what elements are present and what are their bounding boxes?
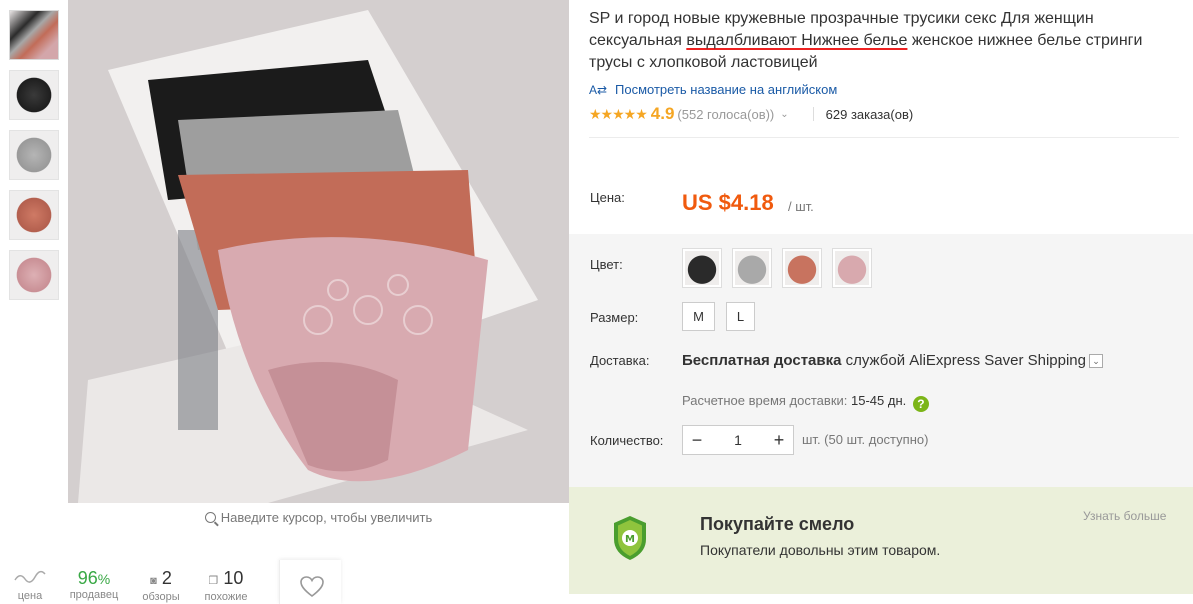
stat-seller-unit: % xyxy=(97,571,111,587)
chevron-down-icon[interactable]: ⌄ xyxy=(1089,354,1103,368)
magnifier-icon xyxy=(204,512,216,523)
chevron-down-icon[interactable]: ⌄ xyxy=(780,109,788,120)
shield-icon: M xyxy=(614,516,646,560)
stat-similar[interactable]: ❐ 10 похожие xyxy=(196,568,256,603)
rating-value: 4.9 xyxy=(650,104,675,123)
thumbnail-2[interactable] xyxy=(9,70,59,120)
stat-price-label: цена xyxy=(17,590,43,602)
divider xyxy=(589,137,1179,138)
separator xyxy=(812,107,814,121)
trend-icon xyxy=(8,568,52,590)
heart-icon xyxy=(300,576,324,598)
price-value: US $4.18 xyxy=(682,190,774,215)
stat-seller-label: продавец xyxy=(69,589,119,601)
size-option-l[interactable]: L xyxy=(726,302,755,331)
color-option-black[interactable] xyxy=(682,248,722,288)
product-title: SP и город новые кружевные прозрачные тр… xyxy=(589,8,1169,74)
stat-similar-value: 10 xyxy=(223,568,244,588)
buyer-protection-subtitle: Покупатели довольны этим товаром. xyxy=(700,542,941,558)
copy-icon: ❐ xyxy=(208,575,219,587)
stat-similar-label: похожие xyxy=(204,591,248,603)
help-icon[interactable]: ? xyxy=(912,396,929,412)
orders-count: 629 заказа(ов) xyxy=(825,106,914,122)
zoom-hint: Наведите курсор, чтобы увеличить xyxy=(68,510,569,525)
stat-reviews-value: 2 xyxy=(161,568,172,588)
price-label: Цена: xyxy=(590,190,625,205)
quantity-value[interactable]: 1 xyxy=(711,432,765,448)
shipping-free: Бесплатная доставка xyxy=(682,352,842,369)
shipping-service: службой AliExpress Saver Shipping xyxy=(841,352,1086,369)
size-label: Размер: xyxy=(590,310,639,325)
buyer-protection-title: Покупайте смело xyxy=(700,514,855,534)
color-label: Цвет: xyxy=(590,257,623,272)
quantity-decrease-button[interactable]: − xyxy=(683,430,711,451)
thumbnail-5[interactable] xyxy=(9,250,59,300)
delivery-estimate: Расчетное время доставки: 15-45 дн. ? xyxy=(682,393,929,412)
product-main-image[interactable] xyxy=(68,0,569,503)
availability-text: шт. (50 шт. доступно) xyxy=(802,432,929,447)
shipping-label: Доставка: xyxy=(590,353,650,368)
shipping-method[interactable]: Бесплатная доставка службой AliExpress S… xyxy=(682,352,1103,369)
camera-icon: ◙ xyxy=(150,575,157,587)
wishlist-button[interactable] xyxy=(279,560,341,604)
rating-votes[interactable]: (552 голоса(ов)) xyxy=(677,107,774,122)
translate-icon: A⇄ xyxy=(589,83,608,97)
color-option-brick[interactable] xyxy=(782,248,822,288)
stat-price[interactable]: цена xyxy=(8,568,52,602)
thumbnail-1[interactable] xyxy=(9,10,59,60)
stat-reviews[interactable]: ◙ 2 обзоры xyxy=(136,568,186,603)
rating-row: ★★★★★ 4.9 (552 голоса(ов)) ⌄ 629 заказа(… xyxy=(589,104,913,124)
quantity-label: Количество: xyxy=(590,433,664,448)
eta-label: Расчетное время доставки: xyxy=(682,393,848,408)
learn-more-link[interactable]: Узнать больше xyxy=(1083,509,1166,523)
star-rating-icon: ★★★★★ xyxy=(589,105,648,122)
size-option-m[interactable]: M xyxy=(682,302,715,331)
stats-bar: цена 96% продавец ◙ 2 обзоры ❐ 10 похожи… xyxy=(0,560,270,604)
zoom-hint-text: Наведите курсор, чтобы увеличить xyxy=(220,510,433,525)
buyer-protection-banner xyxy=(569,487,1193,594)
thumbnail-3[interactable] xyxy=(9,130,59,180)
color-option-pink[interactable] xyxy=(832,248,872,288)
stat-seller-value: 96 xyxy=(77,568,98,588)
thumbnail-strip xyxy=(9,10,59,310)
quantity-increase-button[interactable]: + xyxy=(765,430,793,451)
stat-reviews-label: обзоры xyxy=(142,591,180,603)
stat-seller[interactable]: 96% продавец xyxy=(64,568,124,601)
product-photo xyxy=(68,0,569,503)
price-unit: / шт. xyxy=(788,199,814,214)
thumbnail-4[interactable] xyxy=(9,190,59,240)
svg-text:M: M xyxy=(625,534,635,545)
color-option-gray[interactable] xyxy=(732,248,772,288)
translate-link[interactable]: A⇄ Посмотреть название на английском xyxy=(589,82,837,97)
quantity-stepper: − 1 + xyxy=(682,425,794,455)
eta-value: 15-45 дн. xyxy=(851,393,907,408)
title-underlined: выдалбливают Нижнее белье xyxy=(686,32,908,49)
translate-link-text: Посмотреть название на английском xyxy=(615,82,838,97)
